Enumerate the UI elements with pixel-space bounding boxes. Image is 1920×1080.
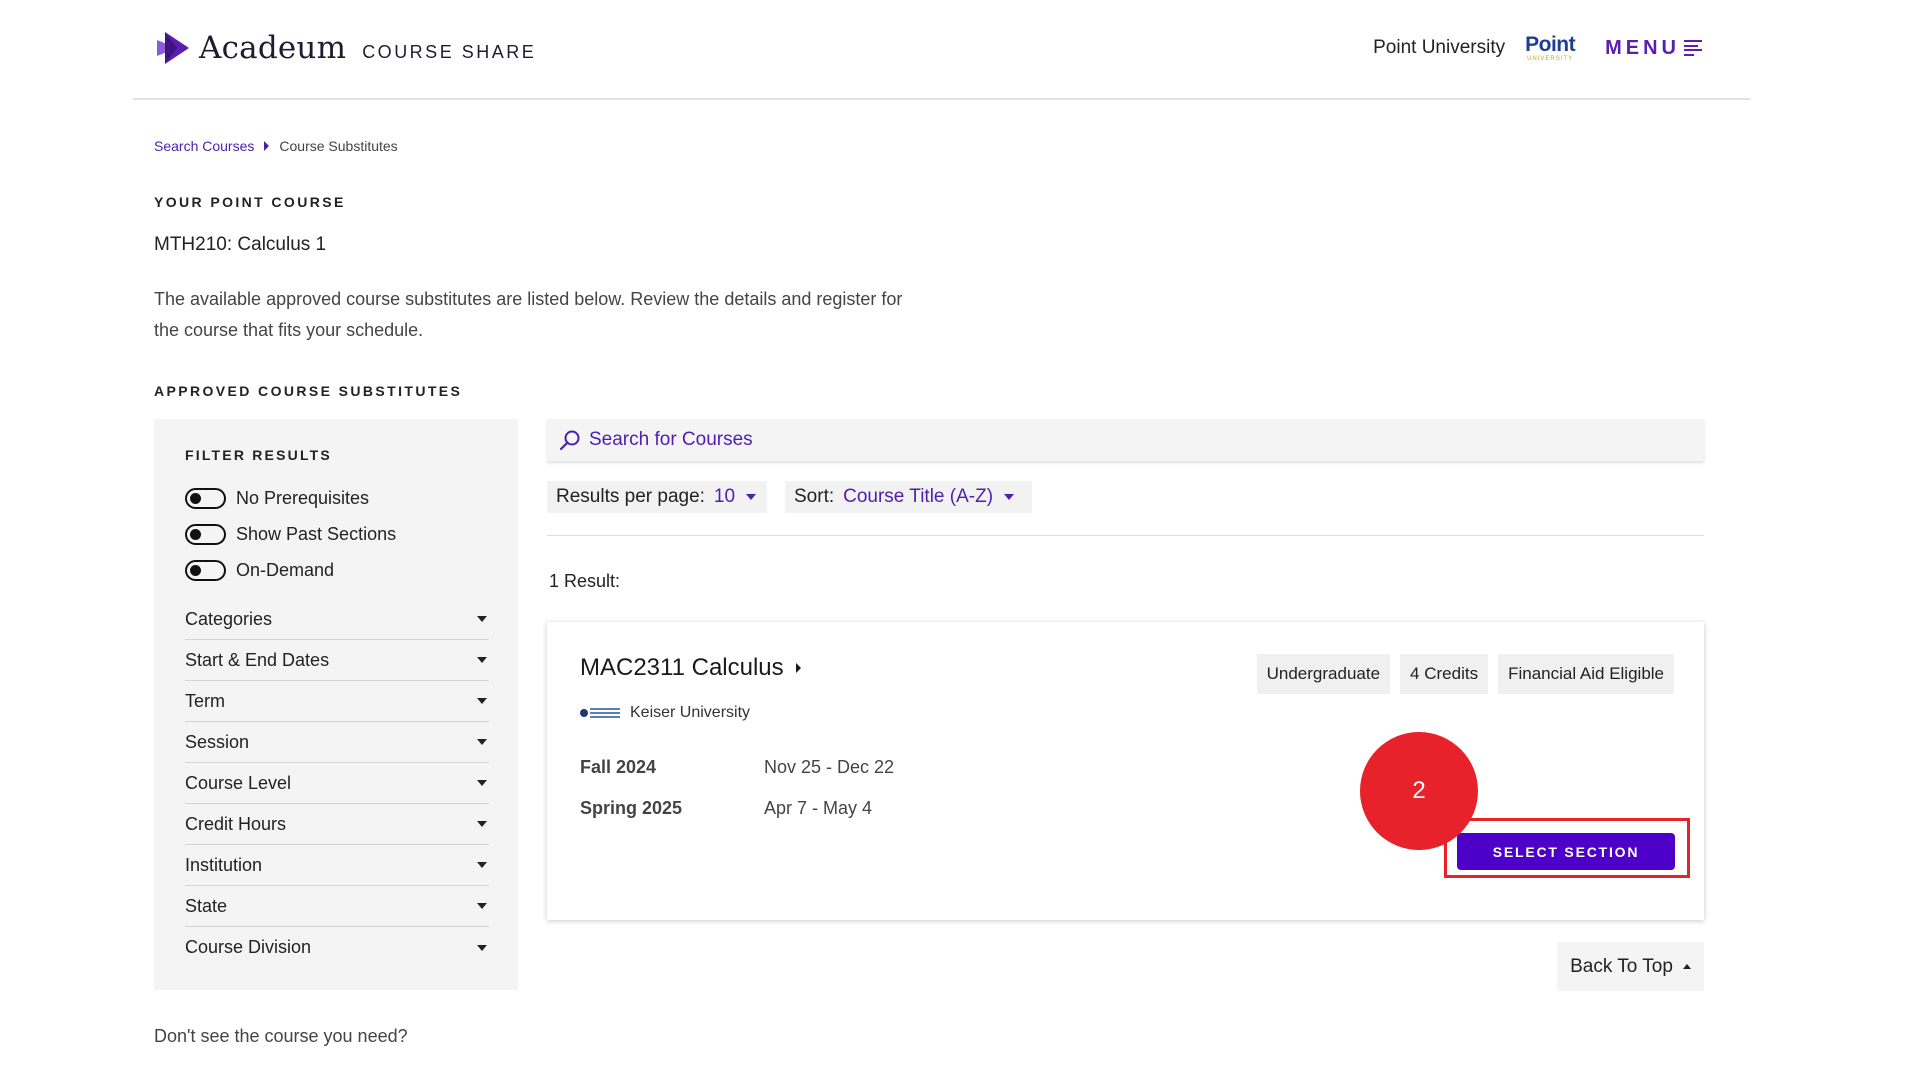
- sort-value: Course Title (A-Z): [843, 486, 994, 507]
- filter-categories[interactable]: Categories: [185, 599, 489, 640]
- toggle-switch[interactable]: [185, 560, 226, 581]
- toggle-switch[interactable]: [185, 524, 226, 545]
- course-tags: Undergraduate 4 Credits Financial Aid El…: [1247, 654, 1674, 694]
- filter-course-level[interactable]: Course Level: [185, 763, 489, 804]
- results-divider: [547, 535, 1704, 536]
- caret-down-icon: [746, 494, 757, 500]
- logo-name: Acadeum: [199, 30, 347, 66]
- filter-credit-hours[interactable]: Credit Hours: [185, 804, 489, 845]
- filter-course-division[interactable]: Course Division: [185, 927, 489, 968]
- approved-substitutes-label: APPROVED COURSE SUBSTITUTES: [154, 383, 463, 399]
- filter-label: Session: [185, 731, 250, 752]
- toggle-label: Show Past Sections: [236, 524, 397, 544]
- result-count: 1 Result:: [549, 571, 621, 591]
- sort-label: Sort:: [794, 486, 835, 507]
- step-badge: 2: [1360, 732, 1478, 850]
- caret-right-icon: [795, 663, 801, 673]
- institution: Keiser University: [580, 704, 750, 722]
- search-input[interactable]: [589, 429, 1189, 451]
- term-name: Fall 2024: [580, 757, 657, 777]
- term-dates: Apr 7 - May 4: [764, 798, 873, 818]
- filter-title: FILTER RESULTS: [185, 447, 332, 463]
- breadcrumb-current: Course Substitutes: [279, 138, 398, 154]
- toggle-switch[interactable]: [185, 488, 226, 509]
- toggle-no-prerequisites[interactable]: No Prerequisites: [185, 488, 369, 509]
- filter-institution[interactable]: Institution: [185, 845, 489, 886]
- caret-up-icon: [1682, 964, 1691, 969]
- university-logo-subtext: UNIVERSITY: [1527, 56, 1574, 62]
- toggle-on-demand[interactable]: On-Demand: [185, 560, 334, 581]
- intro-text: The available approved course substitute…: [154, 289, 903, 340]
- filter-term[interactable]: Term: [185, 681, 489, 722]
- acadeum-logo-icon: [157, 32, 189, 64]
- filter-label: Course Level: [185, 772, 292, 793]
- university-logo-text: Point: [1525, 33, 1576, 56]
- breadcrumb-search-courses[interactable]: Search Courses: [154, 138, 254, 154]
- toggle-label: No Prerequisites: [236, 488, 370, 508]
- filter-sidebar: FILTER RESULTS No Prerequisites Show Pas…: [154, 419, 518, 990]
- filter-label: Start & End Dates: [185, 649, 330, 670]
- course-title: MAC2311 Calculus: [580, 654, 784, 681]
- logo-subtitle: COURSE SHARE: [362, 41, 537, 62]
- breadcrumb: Search Courses Course Substitutes: [154, 138, 398, 154]
- results-per-page-label: Results per page:: [556, 486, 705, 507]
- institution-logo-icon: [580, 708, 620, 718]
- filter-label: Categories: [185, 608, 273, 629]
- term-row: Spring 2025 Apr 7 - May 4: [580, 798, 872, 819]
- caret-down-icon: [477, 739, 487, 745]
- back-to-top-button[interactable]: Back To Top: [1557, 942, 1704, 991]
- site-header: Acadeum COURSE SHARE Point University Po…: [133, 0, 1750, 100]
- caret-down-icon: [477, 862, 487, 868]
- course-search-bar[interactable]: [547, 419, 1704, 461]
- filter-session[interactable]: Session: [185, 722, 489, 763]
- caret-down-icon: [477, 698, 487, 704]
- term-dates: Nov 25 - Dec 22: [764, 757, 895, 777]
- caret-down-icon: [477, 657, 487, 663]
- filter-label: Course Division: [185, 937, 312, 957]
- course-title-link[interactable]: MAC2311 Calculus: [580, 654, 801, 682]
- caret-down-icon: [477, 903, 487, 909]
- toggle-show-past-sections[interactable]: Show Past Sections: [185, 524, 396, 545]
- caret-down-icon: [477, 780, 487, 786]
- toggle-label: On-Demand: [236, 560, 335, 580]
- caret-down-icon: [477, 944, 487, 951]
- caret-down-icon: [477, 616, 487, 622]
- menu-button[interactable]: MENU: [1605, 37, 1702, 60]
- select-section-button[interactable]: SELECT SECTION: [1457, 833, 1675, 870]
- term-row: Fall 2024 Nov 25 - Dec 22: [580, 757, 894, 778]
- university-logo: Point UNIVERSITY: [1525, 33, 1576, 62]
- breadcrumb-chevron-icon: [264, 141, 270, 151]
- sort-select[interactable]: Sort: Course Title (A-Z): [785, 481, 1032, 513]
- your-course-label: YOUR POINT COURSE: [154, 194, 346, 210]
- tag-credits: 4 Credits: [1400, 654, 1489, 694]
- tag-financial-aid: Financial Aid Eligible: [1498, 654, 1674, 694]
- university-name: Point University: [1373, 37, 1506, 58]
- caret-down-icon: [477, 821, 487, 827]
- results-per-page-value: 10: [713, 486, 736, 507]
- hamburger-icon: [1684, 40, 1702, 56]
- filter-state[interactable]: State: [185, 886, 489, 927]
- filter-label: State: [185, 895, 228, 916]
- your-course-name: MTH210: Calculus 1: [154, 234, 327, 255]
- dont-see-course-text: Don't see the course you need?: [154, 1026, 408, 1046]
- institution-name: Keiser University: [630, 704, 751, 721]
- search-icon: [559, 430, 580, 451]
- filter-accordion-list: Categories Start & End Dates Term Sessio…: [185, 599, 489, 968]
- menu-label: MENU: [1605, 36, 1680, 59]
- results-per-page-select[interactable]: Results per page: 10: [547, 481, 767, 513]
- filter-label: Credit Hours: [185, 813, 287, 834]
- tag-level: Undergraduate: [1256, 654, 1391, 694]
- caret-down-icon: [1004, 494, 1015, 500]
- filter-label: Institution: [185, 854, 263, 875]
- back-to-top-label: Back To Top: [1570, 955, 1673, 977]
- term-name: Spring 2025: [580, 798, 683, 818]
- filter-start-end-dates[interactable]: Start & End Dates: [185, 640, 489, 681]
- acadeum-logo[interactable]: Acadeum COURSE SHARE: [155, 30, 536, 66]
- filter-label: Term: [185, 690, 225, 711]
